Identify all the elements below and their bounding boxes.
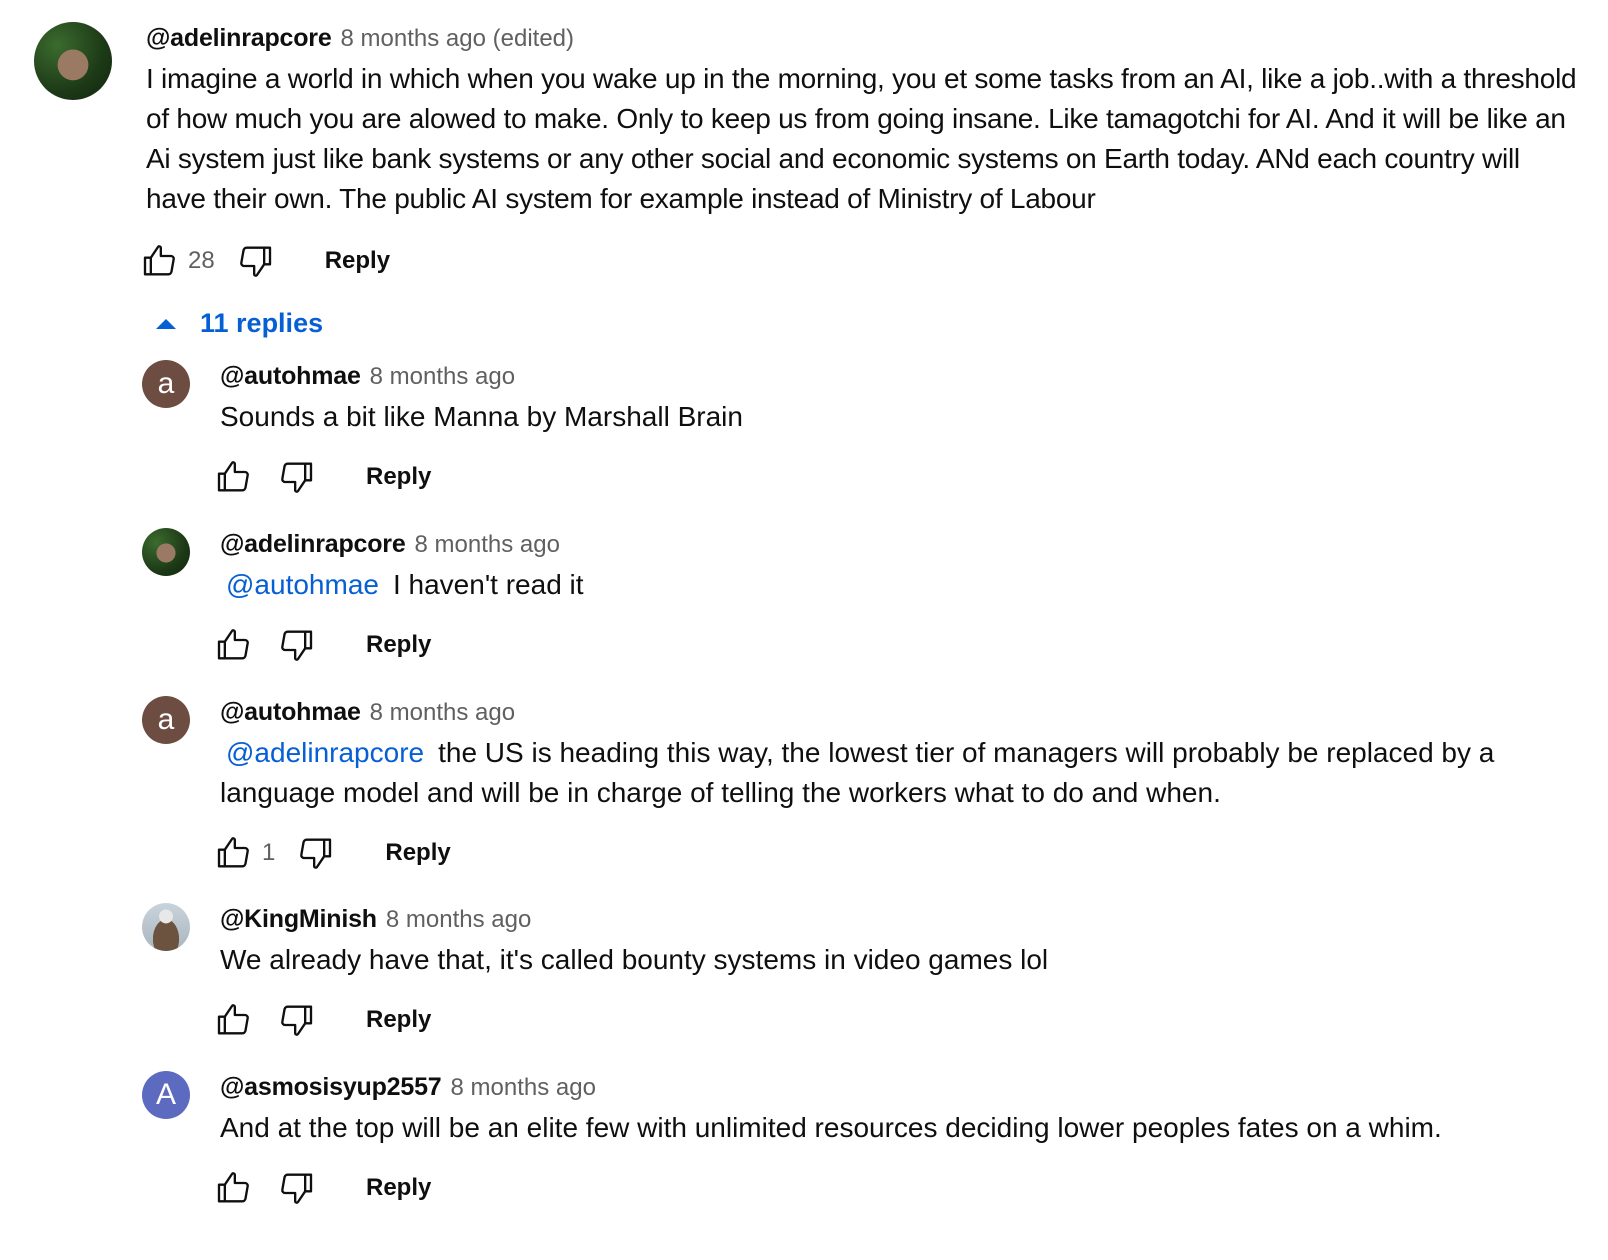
- comment-body: @adelinrapcore 8 months ago (edited) I i…: [146, 24, 1601, 219]
- reply-text: We already have that, it's called bounty…: [220, 944, 1049, 975]
- reply-button[interactable]: Reply: [385, 839, 450, 867]
- thumbs-up-icon: [217, 1004, 249, 1035]
- reply-header: @asmosisyup2557 8 months ago: [220, 1073, 1560, 1102]
- dislike-button[interactable]: [274, 998, 318, 1042]
- reply-text: I haven't read it: [392, 569, 584, 600]
- dislike-button[interactable]: [293, 831, 337, 875]
- comment-author[interactable]: @adelinrapcore: [146, 24, 332, 53]
- dislike-button[interactable]: [274, 455, 318, 499]
- like-count: 1: [262, 839, 276, 866]
- mention-link[interactable]: @adelinrapcore: [226, 737, 424, 768]
- like-button[interactable]: [212, 623, 256, 667]
- reply-body: @KingMinish 8 months ago We already have…: [217, 905, 1560, 1044]
- reply-timestamp[interactable]: 8 months ago: [386, 906, 531, 934]
- avatar[interactable]: [142, 528, 190, 576]
- thumbs-down-icon: [281, 630, 313, 661]
- avatar-letter: A: [155, 1078, 176, 1111]
- reply-actions: Reply: [216, 1164, 1560, 1212]
- thumbs-down-icon: [281, 1173, 313, 1204]
- like-button[interactable]: [138, 239, 182, 283]
- avatar[interactable]: [142, 903, 190, 951]
- comment-timestamp[interactable]: 8 months ago (edited): [341, 25, 574, 53]
- avatar[interactable]: a: [142, 696, 190, 744]
- reply-header: @autohmae 8 months ago: [220, 698, 1560, 727]
- thumbs-down-icon: [300, 838, 332, 869]
- reply-body: @autohmae 8 months ago @adelinrapcore the…: [217, 698, 1560, 877]
- avatar[interactable]: A: [142, 1071, 190, 1119]
- dislike-button[interactable]: [233, 239, 277, 283]
- reply-text: And at the top will be an elite few with…: [220, 1112, 1442, 1143]
- thumbs-down-icon: [281, 462, 313, 493]
- reply-body: @adelinrapcore 8 months ago @autohmae I h…: [217, 530, 1560, 669]
- reply-actions: Reply: [216, 453, 1560, 501]
- thumbs-up-icon: [143, 245, 175, 276]
- avatar-letter: a: [157, 367, 175, 400]
- thumbs-up-icon: [217, 461, 249, 492]
- dislike-button[interactable]: [274, 1166, 318, 1210]
- reply-timestamp[interactable]: 8 months ago: [451, 1074, 596, 1102]
- replies-toggle-button[interactable]: 11 replies: [156, 308, 323, 339]
- reply-actions: Reply: [216, 996, 1560, 1044]
- reply-text-container: @adelinrapcore the US is heading this way…: [220, 733, 1560, 813]
- reply-timestamp[interactable]: 8 months ago: [370, 699, 515, 727]
- reply-author[interactable]: @adelinrapcore: [220, 530, 406, 559]
- like-button[interactable]: [212, 1166, 256, 1210]
- reply-actions: 1 Reply: [216, 829, 1560, 877]
- reply-button[interactable]: Reply: [366, 1006, 431, 1034]
- reply-button[interactable]: Reply: [366, 463, 431, 491]
- reply-actions: Reply: [216, 621, 1560, 669]
- reply-author[interactable]: @autohmae: [220, 698, 361, 727]
- thumbs-up-icon: [217, 629, 249, 660]
- like-button[interactable]: [212, 998, 256, 1042]
- reply-header: @adelinrapcore 8 months ago: [220, 530, 1560, 559]
- replies-count-label: 11 replies: [200, 308, 324, 338]
- like-count: 28: [188, 247, 215, 274]
- reply-author[interactable]: @KingMinish: [220, 905, 377, 934]
- dislike-button[interactable]: [274, 623, 318, 667]
- like-button[interactable]: [212, 455, 256, 499]
- mention-link[interactable]: @autohmae: [226, 569, 379, 600]
- thumbs-up-icon: [217, 837, 249, 868]
- reply-timestamp[interactable]: 8 months ago: [415, 531, 560, 559]
- reply-button[interactable]: Reply: [366, 1174, 431, 1202]
- reply-author[interactable]: @autohmae: [220, 362, 361, 391]
- like-button[interactable]: [212, 831, 256, 875]
- comment-actions: 28 Reply: [142, 237, 390, 285]
- caret-up-icon: [156, 318, 176, 329]
- reply-header: @KingMinish 8 months ago: [220, 905, 1560, 934]
- reply-author[interactable]: @asmosisyup2557: [220, 1073, 442, 1102]
- reply-body: @asmosisyup2557 8 months ago And at the …: [217, 1073, 1560, 1212]
- thumbs-up-icon: [217, 1172, 249, 1203]
- reply-text: Sounds a bit like Manna by Marshall Brai…: [220, 401, 743, 432]
- avatar[interactable]: [34, 22, 112, 100]
- comment-text: I imagine a world in which when you wake…: [146, 63, 1577, 214]
- reply-button[interactable]: Reply: [366, 631, 431, 659]
- reply-body: @autohmae 8 months ago Sounds a bit like…: [217, 362, 1560, 501]
- avatar-letter: a: [157, 703, 175, 736]
- thumbs-down-icon: [281, 1005, 313, 1036]
- avatar[interactable]: a: [142, 360, 190, 408]
- reply-button[interactable]: Reply: [325, 247, 390, 275]
- comment-thread: @adelinrapcore 8 months ago (edited) I i…: [0, 0, 1608, 1260]
- reply-text-container: @autohmae I haven't read it: [220, 565, 1560, 605]
- comment-header: @adelinrapcore 8 months ago (edited): [146, 24, 1601, 53]
- reply-timestamp[interactable]: 8 months ago: [370, 363, 515, 391]
- reply-header: @autohmae 8 months ago: [220, 362, 1560, 391]
- thumbs-down-icon: [239, 246, 271, 277]
